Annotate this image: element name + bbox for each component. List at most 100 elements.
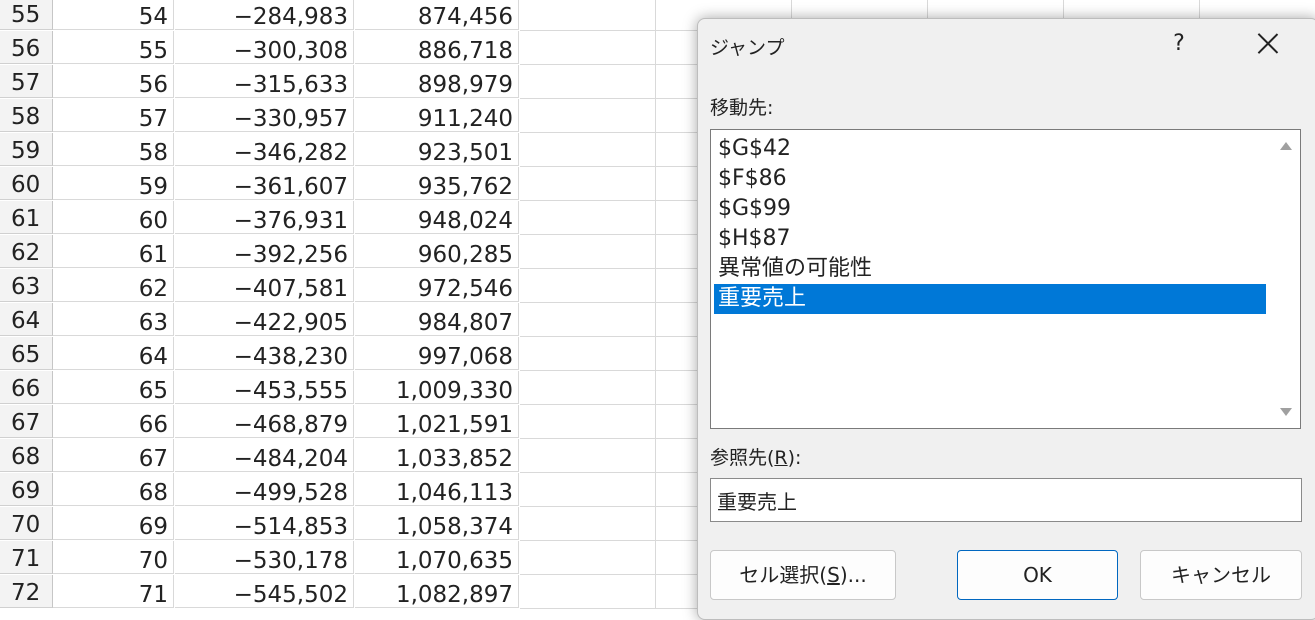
list-item[interactable]: 重要売上 bbox=[714, 284, 1266, 314]
cell-col-c[interactable]: −376,931 bbox=[175, 201, 354, 234]
cell-empty[interactable] bbox=[520, 167, 656, 201]
row-header[interactable]: 63 bbox=[0, 269, 53, 302]
cell-col-b[interactable]: 57 bbox=[53, 99, 174, 132]
cell-empty[interactable] bbox=[520, 235, 656, 269]
cell-empty[interactable] bbox=[520, 439, 656, 473]
goto-listbox[interactable]: $G$42 $F$86 $G$99 $H$87 異常値の可能性 重要売上 bbox=[710, 129, 1301, 429]
list-item[interactable]: $H$87 bbox=[714, 224, 1266, 254]
cell-empty[interactable] bbox=[520, 65, 656, 99]
cell-col-c[interactable]: −438,230 bbox=[175, 337, 354, 370]
cell-col-b[interactable]: 61 bbox=[53, 235, 174, 268]
row-header[interactable]: 69 bbox=[0, 473, 53, 506]
row-header[interactable]: 67 bbox=[0, 405, 53, 438]
cell-empty[interactable] bbox=[520, 303, 656, 337]
scroll-up-arrow-icon[interactable] bbox=[1280, 142, 1292, 150]
row-header[interactable]: 66 bbox=[0, 371, 53, 404]
cell-col-b[interactable]: 66 bbox=[53, 405, 174, 438]
close-icon[interactable] bbox=[1253, 27, 1283, 59]
list-item[interactable]: $G$42 bbox=[714, 134, 1266, 164]
row-header[interactable]: 64 bbox=[0, 303, 53, 336]
cell-col-c[interactable]: −468,879 bbox=[175, 405, 354, 438]
cell-col-b[interactable]: 55 bbox=[53, 31, 174, 64]
cell-col-d[interactable]: 1,033,852 bbox=[355, 439, 519, 472]
cell-col-c[interactable]: −284,983 bbox=[175, 0, 354, 30]
cell-col-d[interactable]: 1,046,113 bbox=[355, 473, 519, 506]
cell-col-b[interactable]: 54 bbox=[53, 0, 174, 30]
cell-col-b[interactable]: 68 bbox=[53, 473, 174, 506]
row-header[interactable]: 61 bbox=[0, 201, 53, 234]
cell-col-d[interactable]: 886,718 bbox=[355, 31, 519, 64]
cell-col-d[interactable]: 1,021,591 bbox=[355, 405, 519, 438]
cell-col-d[interactable]: 874,456 bbox=[355, 0, 519, 30]
row-header[interactable]: 59 bbox=[0, 133, 53, 166]
row-header[interactable]: 72 bbox=[0, 575, 53, 608]
cell-col-d[interactable]: 911,240 bbox=[355, 99, 519, 132]
cell-col-d[interactable]: 1,009,330 bbox=[355, 371, 519, 404]
cell-col-d[interactable]: 923,501 bbox=[355, 133, 519, 166]
cell-col-b[interactable]: 70 bbox=[53, 541, 174, 574]
cell-col-b[interactable]: 69 bbox=[53, 507, 174, 540]
cell-col-c[interactable]: −484,204 bbox=[175, 439, 354, 472]
special-button[interactable]: セル選択(S)... bbox=[710, 550, 896, 600]
cell-col-d[interactable]: 997,068 bbox=[355, 337, 519, 370]
cell-col-c[interactable]: −300,308 bbox=[175, 31, 354, 64]
cell-col-c[interactable]: −392,256 bbox=[175, 235, 354, 268]
cell-col-c[interactable]: −407,581 bbox=[175, 269, 354, 302]
cell-col-c[interactable]: −545,502 bbox=[175, 575, 354, 608]
cell-empty[interactable] bbox=[520, 371, 656, 405]
list-item[interactable]: $F$86 bbox=[714, 164, 1266, 194]
cell-col-d[interactable]: 960,285 bbox=[355, 235, 519, 268]
cell-col-b[interactable]: 62 bbox=[53, 269, 174, 302]
cell-empty[interactable] bbox=[520, 541, 656, 575]
cell-empty[interactable] bbox=[520, 133, 656, 167]
cell-empty[interactable] bbox=[520, 99, 656, 133]
cell-col-c[interactable]: −361,607 bbox=[175, 167, 354, 200]
cell-empty[interactable] bbox=[520, 0, 656, 31]
row-header[interactable]: 62 bbox=[0, 235, 53, 268]
cancel-button[interactable]: キャンセル bbox=[1140, 550, 1302, 600]
cell-col-b[interactable]: 71 bbox=[53, 575, 174, 608]
cell-col-b[interactable]: 63 bbox=[53, 303, 174, 336]
cell-col-b[interactable]: 67 bbox=[53, 439, 174, 472]
cell-col-b[interactable]: 59 bbox=[53, 167, 174, 200]
cell-col-b[interactable]: 64 bbox=[53, 337, 174, 370]
cell-col-d[interactable]: 948,024 bbox=[355, 201, 519, 234]
help-button[interactable]: ? bbox=[1168, 29, 1190, 59]
cell-col-b[interactable]: 65 bbox=[53, 371, 174, 404]
row-header[interactable]: 65 bbox=[0, 337, 53, 370]
cell-empty[interactable] bbox=[520, 473, 656, 507]
cell-col-c[interactable]: −346,282 bbox=[175, 133, 354, 166]
cell-col-d[interactable]: 935,762 bbox=[355, 167, 519, 200]
cell-empty[interactable] bbox=[520, 507, 656, 541]
cell-col-c[interactable]: −422,905 bbox=[175, 303, 354, 336]
cell-col-b[interactable]: 56 bbox=[53, 65, 174, 98]
cell-col-b[interactable]: 58 bbox=[53, 133, 174, 166]
cell-empty[interactable] bbox=[520, 337, 656, 371]
cell-empty[interactable] bbox=[520, 201, 656, 235]
cell-col-b[interactable]: 60 bbox=[53, 201, 174, 234]
row-header[interactable]: 60 bbox=[0, 167, 53, 200]
scroll-down-arrow-icon[interactable] bbox=[1280, 408, 1292, 416]
row-header[interactable]: 55 bbox=[0, 0, 53, 30]
cell-col-d[interactable]: 1,058,374 bbox=[355, 507, 519, 540]
cell-empty[interactable] bbox=[520, 269, 656, 303]
row-header[interactable]: 56 bbox=[0, 31, 53, 64]
ok-button[interactable]: OK bbox=[957, 550, 1118, 600]
cell-col-c[interactable]: −453,555 bbox=[175, 371, 354, 404]
cell-col-c[interactable]: −330,957 bbox=[175, 99, 354, 132]
cell-col-c[interactable]: −530,178 bbox=[175, 541, 354, 574]
cell-col-c[interactable]: −499,528 bbox=[175, 473, 354, 506]
row-header[interactable]: 57 bbox=[0, 65, 53, 98]
reference-input[interactable] bbox=[710, 478, 1302, 522]
cell-col-c[interactable]: −514,853 bbox=[175, 507, 354, 540]
cell-empty[interactable] bbox=[520, 575, 656, 609]
cell-col-d[interactable]: 984,807 bbox=[355, 303, 519, 336]
cell-empty[interactable] bbox=[520, 405, 656, 439]
row-header[interactable]: 70 bbox=[0, 507, 53, 540]
cell-col-d[interactable]: 898,979 bbox=[355, 65, 519, 98]
cell-col-d[interactable]: 1,082,897 bbox=[355, 575, 519, 608]
row-header[interactable]: 71 bbox=[0, 541, 53, 574]
cell-col-d[interactable]: 1,070,635 bbox=[355, 541, 519, 574]
row-header[interactable]: 68 bbox=[0, 439, 53, 472]
list-item[interactable]: 異常値の可能性 bbox=[714, 254, 1266, 284]
